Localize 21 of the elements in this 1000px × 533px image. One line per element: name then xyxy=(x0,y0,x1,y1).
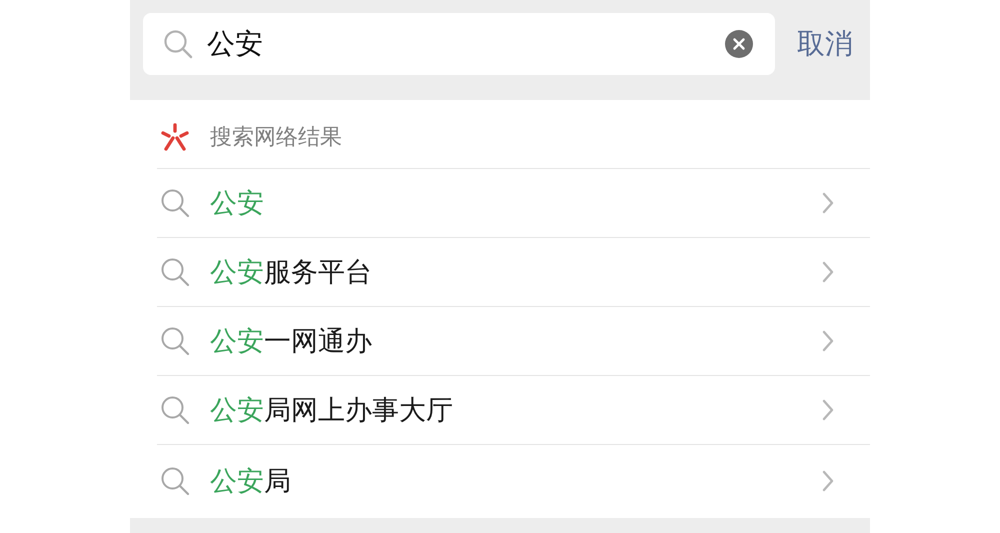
chevron-right-icon xyxy=(822,192,834,214)
suggestion-link[interactable]: 公安局 xyxy=(210,463,291,499)
chevron-right-icon xyxy=(822,470,834,492)
chevron-right-icon xyxy=(822,261,834,283)
section-title: 搜索网络结果 xyxy=(210,124,342,152)
search-icon xyxy=(163,29,193,59)
search-icon xyxy=(160,395,190,425)
asterisk-logo-icon xyxy=(160,122,190,152)
clear-icon[interactable] xyxy=(725,30,753,58)
search-icon xyxy=(160,188,190,218)
chevron-right-icon xyxy=(822,399,834,421)
search-icon xyxy=(160,466,190,496)
suggestion-link[interactable]: 公安局网上办事大厅 xyxy=(210,392,453,428)
suggestion-link[interactable]: 公安一网通办 xyxy=(210,323,372,359)
cancel-link[interactable]: 取消 xyxy=(797,27,853,61)
search-icon xyxy=(160,326,190,356)
search-query[interactable]: 公安 xyxy=(207,25,725,63)
chevron-right-icon xyxy=(822,330,834,352)
search-field[interactable]: 公安 xyxy=(143,13,775,75)
search-icon xyxy=(160,257,190,287)
suggestion-link[interactable]: 公安服务平台 xyxy=(210,254,372,290)
